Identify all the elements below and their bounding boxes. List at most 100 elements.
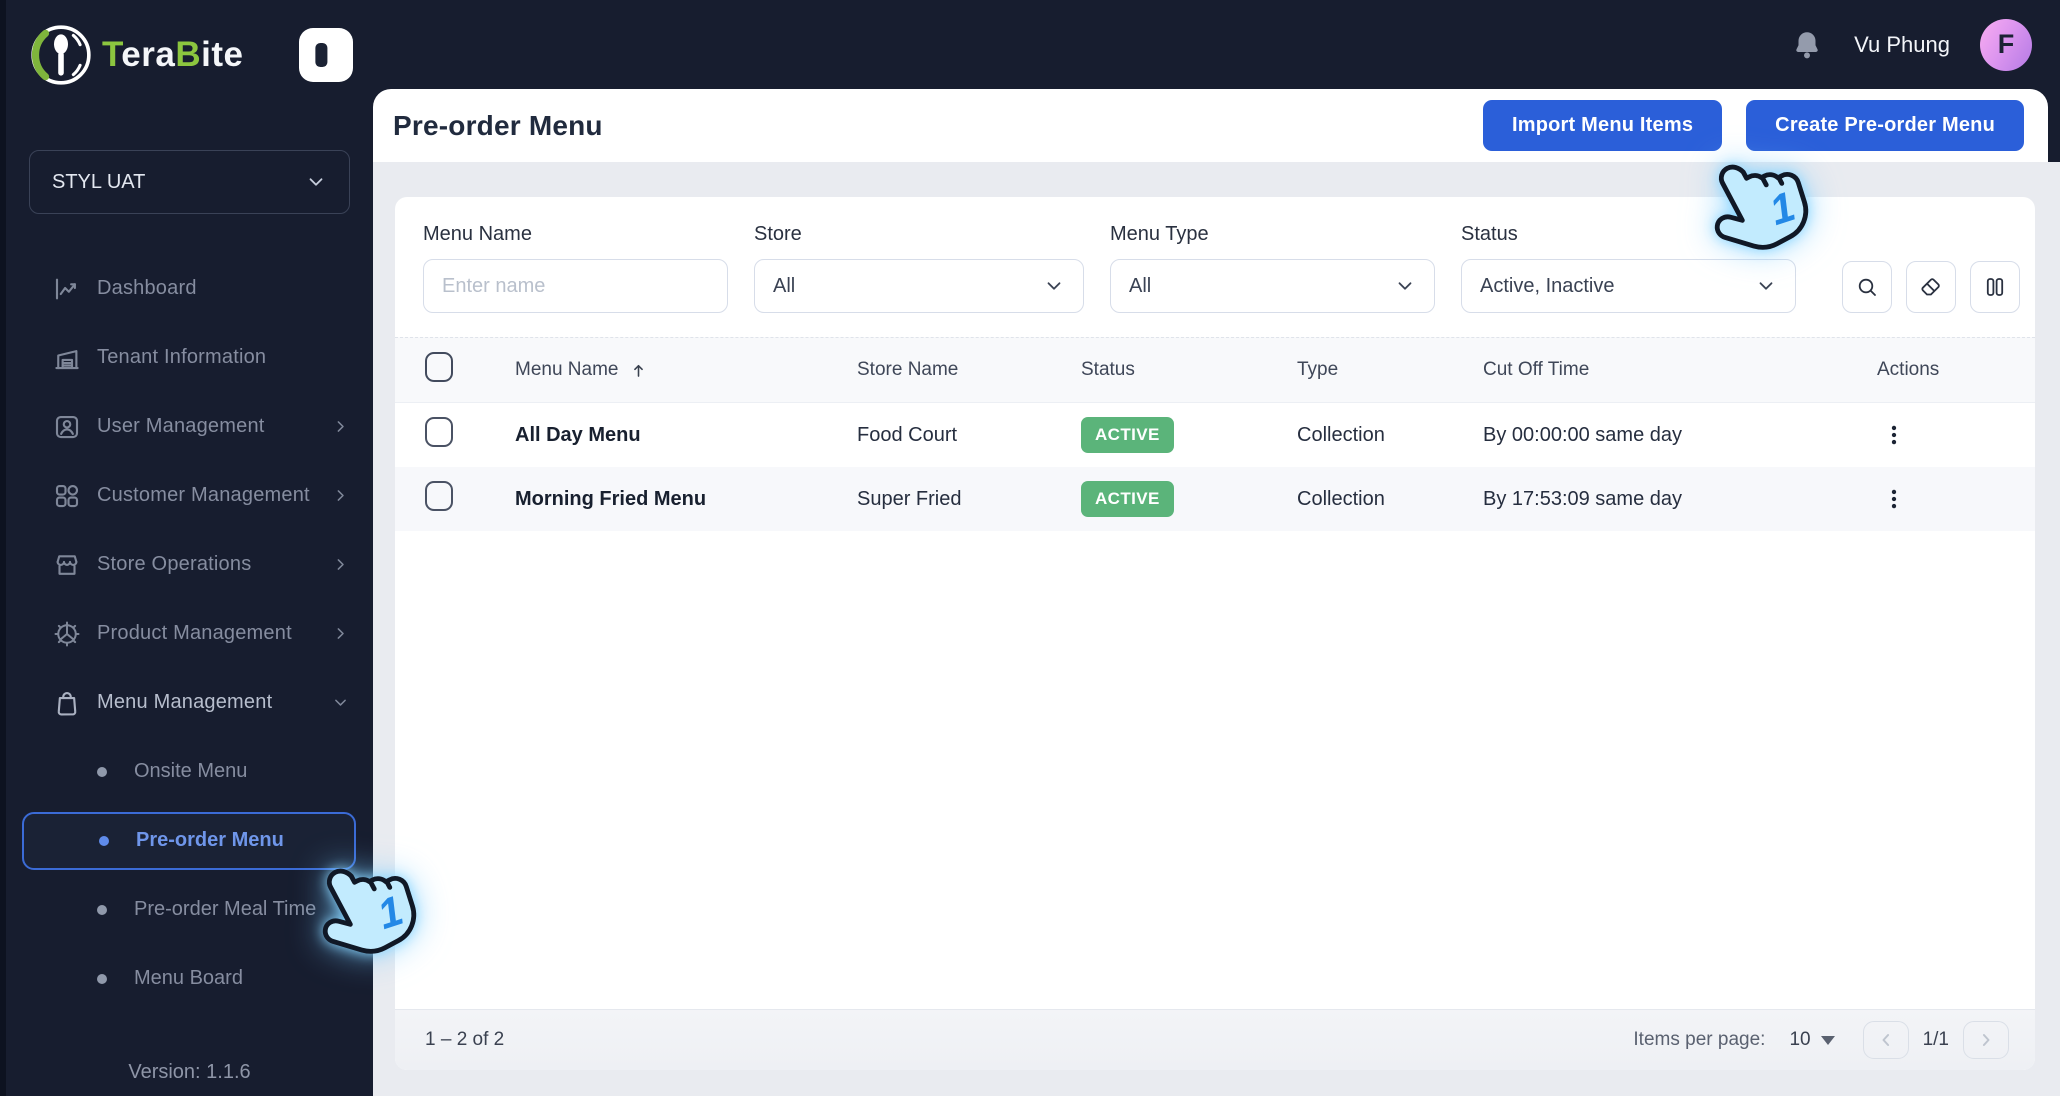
sidebar-item-label: Dashboard xyxy=(97,277,197,299)
chevron-down-icon xyxy=(309,178,323,186)
building-icon xyxy=(55,349,79,369)
chevron-left-icon xyxy=(1882,1034,1889,1046)
sidebar-panel-icon xyxy=(315,42,328,68)
shopping-bag-icon xyxy=(57,691,77,715)
cell-status: ACTIVE xyxy=(1081,481,1297,517)
sidebar-item-menu-board[interactable]: Menu Board xyxy=(6,944,373,1013)
sidebar-item-user-management[interactable]: User Management xyxy=(6,392,373,461)
table-header: Menu Name Store Name Status Type Cut Off… xyxy=(395,337,2035,403)
clear-filters-button[interactable] xyxy=(1906,261,1956,313)
brand-name: TeraBite xyxy=(102,35,244,74)
sidebar-item-product-management[interactable]: Product Management xyxy=(6,599,373,668)
header-store-name[interactable]: Store Name xyxy=(857,359,1081,381)
notifications-bell-icon[interactable] xyxy=(1790,28,1824,62)
avatar[interactable]: F xyxy=(1980,18,2032,71)
chevron-right-icon xyxy=(337,559,344,570)
chevron-right-icon xyxy=(337,628,344,639)
menu-type-select[interactable]: All xyxy=(1110,259,1435,313)
row-checkbox-cell xyxy=(395,417,515,453)
header-label: Menu Name xyxy=(515,359,619,380)
create-pre-order-menu-button[interactable]: Create Pre-order Menu xyxy=(1746,100,2024,151)
header-type[interactable]: Type xyxy=(1297,359,1483,381)
filter-store: Store All xyxy=(754,223,1084,313)
filter-label: Menu Type xyxy=(1110,223,1209,245)
cell-actions xyxy=(1855,415,2035,455)
header-actions: Actions xyxy=(1877,359,1940,380)
topbar: Vu Phung F xyxy=(373,0,2060,89)
row-actions-menu-button[interactable] xyxy=(1877,415,1911,455)
sidebar-subitem-label: Pre-order Menu xyxy=(136,829,284,851)
row-checkbox[interactable] xyxy=(425,481,453,511)
next-page-button[interactable] xyxy=(1963,1021,2009,1059)
sidebar-item-pre-order-menu-wrap: Pre-order Menu xyxy=(6,806,373,875)
columns-icon xyxy=(1986,278,2004,296)
filter-label: Store xyxy=(754,223,802,245)
sidebar-item-label: Customer Management xyxy=(97,484,310,506)
sidebar-item-dashboard[interactable]: Dashboard xyxy=(6,254,373,323)
grid-icon xyxy=(55,484,79,507)
terabite-logo-icon xyxy=(31,25,91,85)
status-select[interactable]: Active, Inactive xyxy=(1461,259,1796,313)
cell-cut-off-time: By 17:53:09 same day xyxy=(1483,487,1683,510)
sidebar-item-label: Product Management xyxy=(97,622,292,644)
cell-store-name: Super Fried xyxy=(857,487,962,510)
user-name[interactable]: Vu Phung xyxy=(1854,32,1950,58)
store-select-value: All xyxy=(773,274,796,297)
sidebar-item-label: Tenant Information xyxy=(97,346,267,368)
cell-type: Collection xyxy=(1297,487,1385,510)
menu-name-input-wrap xyxy=(423,259,728,313)
pagination-controls: Items per page: 10 1/1 xyxy=(1633,1021,2009,1059)
sidebar-collapse-button[interactable] xyxy=(299,28,353,82)
menu-name-input[interactable] xyxy=(442,274,709,298)
sidebar-item-tenant-information[interactable]: Tenant Information xyxy=(6,323,373,392)
header-menu-name[interactable]: Menu Name xyxy=(515,359,857,381)
sidebar-item-store-operations[interactable]: Store Operations xyxy=(6,530,373,599)
table-row: Morning Fried Menu Super Fried ACTIVE Co… xyxy=(395,467,2035,531)
dashboard-icon xyxy=(55,278,76,299)
search-icon xyxy=(1858,278,1876,296)
header-cut-off-time[interactable]: Cut Off Time xyxy=(1483,359,1855,381)
sidebar-item-pre-order-menu[interactable]: Pre-order Menu xyxy=(22,811,356,870)
page-size-select[interactable]: 10 xyxy=(1789,1029,1835,1051)
sidebar-nav: Dashboard Tenant Information User Manage… xyxy=(6,254,373,1013)
select-all-checkbox[interactable] xyxy=(425,352,453,382)
sidebar-item-pre-order-meal-time[interactable]: Pre-order Meal Time xyxy=(6,875,373,944)
tenant-selector[interactable]: STYL UAT xyxy=(29,150,350,214)
filter-label: Status xyxy=(1461,223,1518,245)
filter-bar: Menu Name Store All Menu Type xyxy=(395,197,2035,337)
store-select[interactable]: All xyxy=(754,259,1084,313)
previous-page-button[interactable] xyxy=(1862,1021,1909,1059)
brand-logo: TeraBite xyxy=(28,22,244,88)
row-actions-menu-button[interactable] xyxy=(1877,479,1911,519)
cell-menu-name[interactable]: Morning Fried Menu xyxy=(515,488,857,511)
pre-order-menu-card: Menu Name Store All Menu Type xyxy=(395,197,2035,1070)
table-empty-space xyxy=(395,531,2035,1009)
header-status[interactable]: Status xyxy=(1081,359,1297,381)
sidebar-item-onsite-menu[interactable]: Onsite Menu xyxy=(6,737,373,806)
row-checkbox[interactable] xyxy=(425,417,453,447)
import-menu-items-button[interactable]: Import Menu Items xyxy=(1482,100,1723,151)
menu-management-submenu: Onsite Menu Pre-order Menu Pre-order Mea… xyxy=(6,737,373,1013)
page-indicator: 1/1 xyxy=(1922,1029,1949,1050)
sidebar-header: TeraBite xyxy=(6,0,373,88)
app-root: TeraBite STYL UAT Dashboard Tenant Infor… xyxy=(0,0,2060,1096)
page-title: Pre-order Menu xyxy=(393,109,603,141)
pager: 1/1 xyxy=(1862,1021,2009,1059)
sidebar-item-customer-management[interactable]: Customer Management xyxy=(6,461,373,530)
status-badge: ACTIVE xyxy=(1081,417,1174,453)
chevron-right-icon xyxy=(337,421,344,432)
sidebar-item-menu-management[interactable]: Menu Management xyxy=(6,668,373,737)
sidebar: TeraBite STYL UAT Dashboard Tenant Infor… xyxy=(0,0,373,1096)
page-size-value: 10 xyxy=(1789,1029,1811,1050)
cell-menu-name[interactable]: All Day Menu xyxy=(515,424,857,447)
main-area: Vu Phung F Pre-order Menu Import Menu It… xyxy=(373,0,2060,1096)
kebab-menu-icon xyxy=(1891,425,1897,445)
sidebar-subitem-label: Menu Board xyxy=(134,967,243,989)
table-row: All Day Menu Food Court ACTIVE Collectio… xyxy=(395,403,2035,467)
search-button[interactable] xyxy=(1842,261,1892,313)
chevron-down-icon xyxy=(1759,282,1773,290)
columns-button[interactable] xyxy=(1970,261,2020,313)
menu-type-select-value: All xyxy=(1129,274,1152,297)
chevron-right-icon xyxy=(337,490,344,501)
page-content: Menu Name Store All Menu Type xyxy=(373,162,2060,1096)
